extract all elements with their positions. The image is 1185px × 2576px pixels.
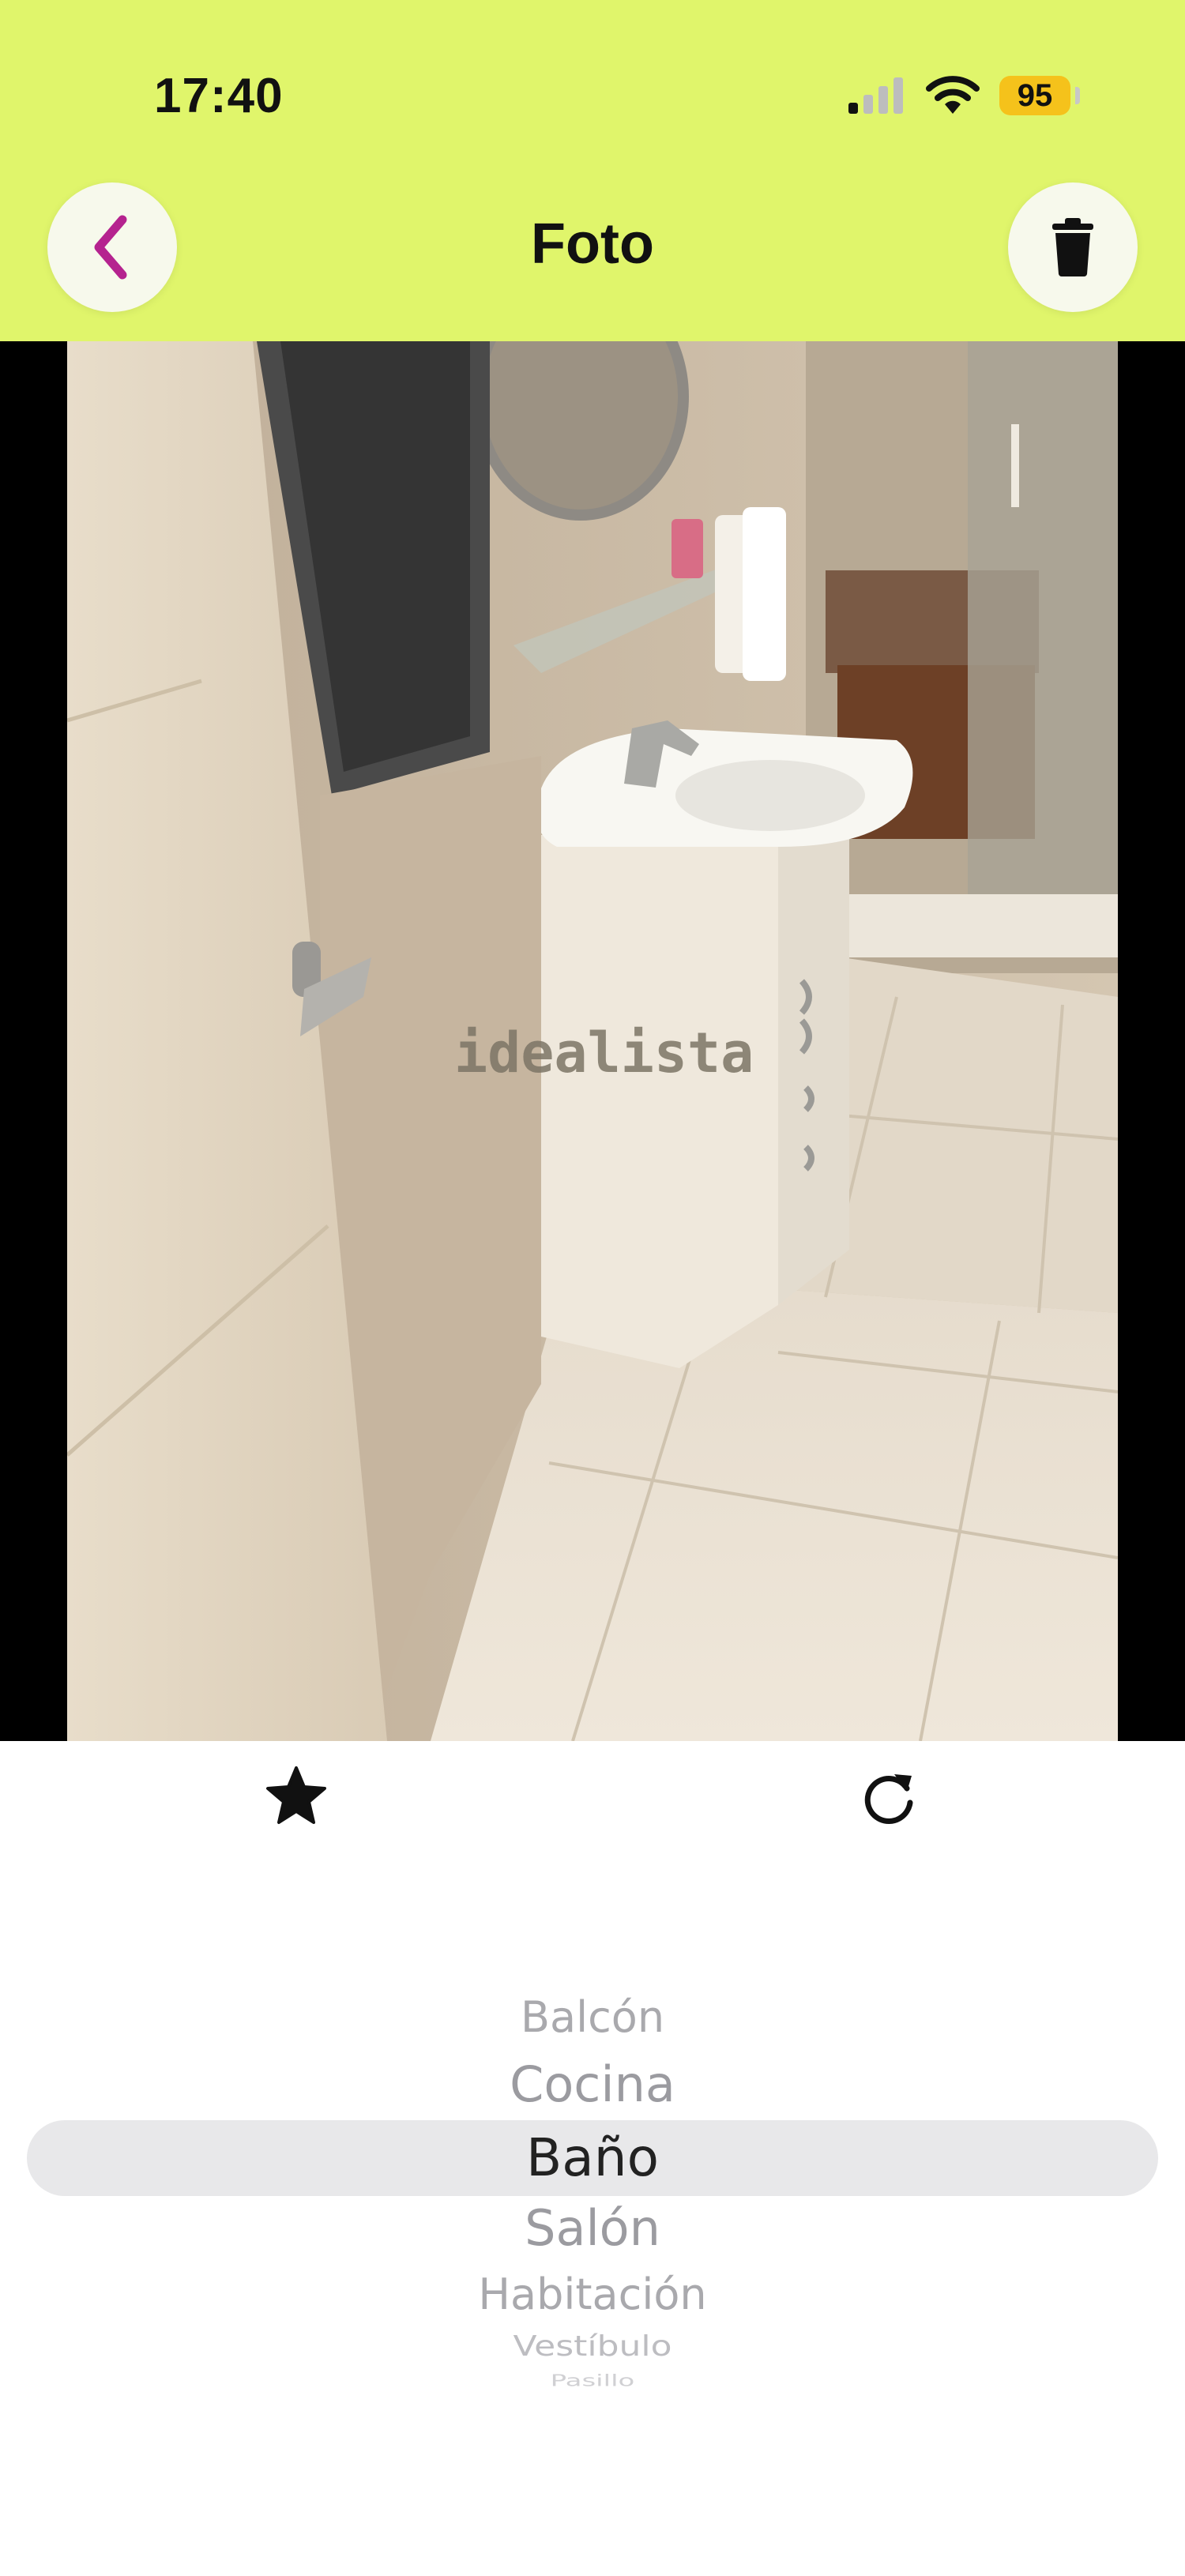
battery-indicator: 95 [999,76,1070,115]
picker-option-vestibulo[interactable]: Vestíbulo [0,2330,1185,2363]
favorite-button[interactable] [265,1765,328,1828]
cellular-signal-icon [848,77,903,114]
wifi-icon [926,76,980,114]
photo-viewer: idealista [0,341,1185,1741]
picker-option-pasillo[interactable]: Pasillo [0,2371,1185,2390]
app-header: 17:40 95 Foto [0,0,1185,341]
picker-option-bano-selected[interactable]: Baño [0,2127,1185,2188]
battery-level: 95 [1017,77,1053,113]
trash-icon [1052,218,1093,276]
bathroom-photo: idealista [67,341,1118,1741]
rotate-button[interactable] [858,1765,921,1828]
photo-actions [0,1741,1185,1867]
bathroom-photo-illustration: idealista [67,341,1118,1741]
status-time: 17:40 [154,69,284,123]
watermark-text: idealista [454,1021,754,1085]
battery-tip [1075,87,1080,104]
rotate-clockwise-icon [864,1774,913,1824]
picker-option-balcon[interactable]: Balcón [0,1992,1185,2042]
room-picker[interactable]: Balcón Cocina Baño Salón Habitación Vest… [0,1975,1185,2417]
picker-option-habitacion[interactable]: Habitación [0,2270,1185,2319]
picker-option-salon[interactable]: Salón [0,2199,1185,2257]
star-icon [266,1766,326,1824]
picker-option-cocina[interactable]: Cocina [0,2055,1185,2113]
page-title: Foto [531,212,654,276]
delete-button[interactable] [1008,182,1138,312]
